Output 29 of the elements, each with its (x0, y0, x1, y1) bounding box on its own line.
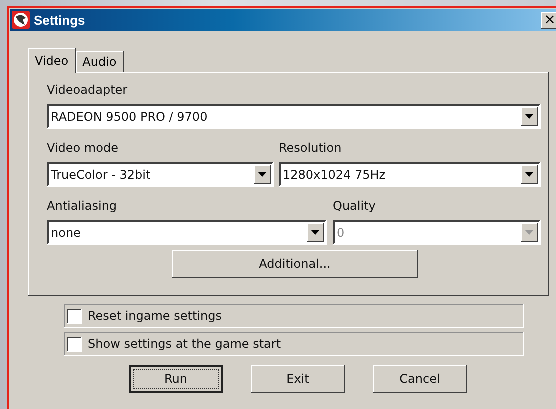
dropdown-field[interactable]: TrueColor - 32bit (47, 162, 274, 187)
dropdown-field[interactable]: RADEON 9500 PRO / 9700 (47, 104, 541, 129)
caret-icon (525, 172, 534, 177)
field-label: Videoadapter (47, 83, 128, 99)
caret-icon (525, 230, 534, 235)
field-label: Video mode (47, 141, 120, 157)
window-title: Settings (34, 12, 86, 28)
field-label: Quality (333, 199, 376, 215)
tab[interactable]: Video (28, 48, 76, 73)
caret-icon (258, 172, 267, 177)
app-icon (12, 11, 30, 29)
caret-icon (525, 114, 534, 119)
tab[interactable]: Audio (76, 51, 124, 72)
checkbox-label: Show settings at the game start (88, 337, 282, 351)
field-label: Antialiasing (47, 199, 118, 215)
dialog-button[interactable]: Cancel (373, 365, 467, 393)
checkbox-label: Reset ingame settings (88, 309, 222, 323)
dialog-button[interactable]: Exit (251, 365, 345, 393)
checkbox[interactable] (67, 336, 82, 352)
additional-button[interactable]: Additional... (172, 250, 418, 278)
close-button[interactable]: × (541, 12, 556, 28)
checkbox-row[interactable]: Reset ingame settings (64, 304, 524, 328)
checkbox-row[interactable]: Show settings at the game start (64, 332, 524, 356)
dropdown-field[interactable]: none (47, 220, 327, 245)
checkbox[interactable] (67, 308, 82, 324)
field-label: Resolution (279, 141, 342, 157)
dropdown-field[interactable]: 1280x1024 75Hz (279, 162, 541, 187)
dialog-button[interactable]: Run (129, 365, 223, 393)
caret-icon (311, 230, 320, 235)
